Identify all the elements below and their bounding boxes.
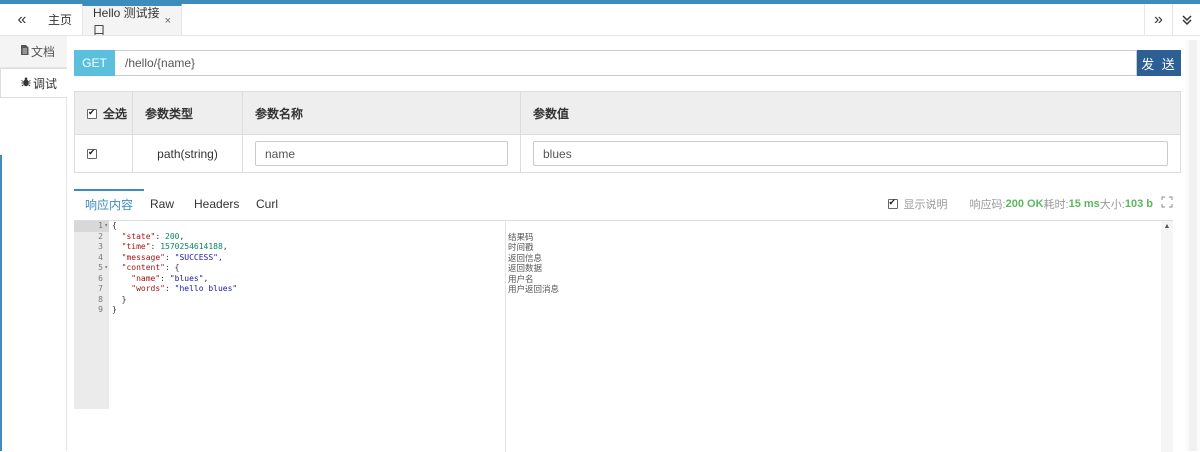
field-description: 用户返回消息: [508, 284, 560, 294]
line-number: 9: [98, 305, 103, 314]
response-meta: 显示说明 响应码: 200 OK 耗时: 15 ms 大小: 103 b: [887, 189, 1173, 218]
description-divider: [505, 221, 506, 452]
field-description: [508, 305, 559, 316]
sidebar: 文档 调试: [0, 36, 67, 451]
param-type-cell: path(string): [132, 134, 243, 173]
param-value-cell: blues: [520, 134, 1181, 173]
close-icon[interactable]: ×: [165, 15, 171, 27]
line-number: 7: [98, 284, 103, 293]
status-code-value: 200 OK: [1005, 197, 1044, 210]
request-url-bar: GET /hello/{name} 发 送: [74, 50, 1181, 76]
page-scrollbar-thumb[interactable]: [1189, 40, 1197, 451]
field-description: [508, 295, 559, 306]
tab-raw[interactable]: Raw: [150, 189, 174, 218]
field-descriptions: 结果码 时间戳 返回信息 返回数据 用户名 用户返回消息: [508, 221, 559, 316]
params-header-row: 全选 参数类型 参数名称 参数值: [74, 91, 1181, 135]
sidebar-item-label: 文档: [31, 45, 56, 59]
line-number: 1 ▾: [74, 221, 109, 232]
table-row: path(string) name blues: [74, 134, 1181, 173]
param-name-header: 参数名称: [242, 91, 521, 135]
status-code-label: 响应码:: [969, 198, 1006, 211]
field-description: [508, 221, 559, 232]
select-all-header[interactable]: 全选: [74, 91, 133, 135]
param-name-cell: name: [242, 134, 521, 173]
param-value-input[interactable]: blues: [533, 141, 1168, 166]
response-editor[interactable]: 1 ▾ 2 3 4 5 ▾ 6 7 8 9 { "state": 200, "tim…: [74, 220, 1173, 452]
editor-scrollbar[interactable]: ▲: [1161, 221, 1173, 452]
tab-bar-right-controls: »: [1144, 4, 1200, 35]
param-value-header: 参数值: [520, 91, 1181, 135]
params-table: 全选 参数类型 参数名称 参数值 path(string) name blues: [74, 91, 1181, 173]
size-value: 103 b: [1124, 197, 1153, 210]
http-method-badge: GET: [74, 50, 115, 76]
field-description: 用户名: [508, 273, 534, 284]
url-input[interactable]: /hello/{name}: [115, 50, 1137, 76]
field-description: 结果码: [508, 231, 534, 242]
fullscreen-icon[interactable]: [1161, 196, 1173, 211]
scroll-up-arrow-icon[interactable]: ▲: [1161, 221, 1173, 233]
param-row-checkbox[interactable]: [87, 147, 97, 160]
tab-menu-chevron-down-icon[interactable]: [1172, 4, 1200, 35]
scroll-tabs-left-icon[interactable]: «: [8, 4, 36, 35]
param-type-header: 参数类型: [132, 91, 243, 135]
tab-headers[interactable]: Headers: [194, 189, 239, 218]
send-button[interactable]: 发 送: [1137, 50, 1181, 76]
tab-label: Hello 测试接口: [93, 5, 160, 37]
tab-hello-test-api[interactable]: Hello 测试接口 ×: [82, 4, 182, 37]
time-value: 15 ms: [1068, 197, 1100, 210]
sidebar-item-debug[interactable]: 调试: [0, 68, 67, 98]
response-json-code: { "state": 200, "time": 1570254614188, "…: [112, 221, 238, 314]
response-tabs: 响应内容 Raw Headers Curl 显示说明 响应码: 200 OK 耗…: [74, 189, 1181, 218]
fold-arrow-icon[interactable]: ▾: [104, 263, 108, 274]
sidebar-item-label: 调试: [33, 76, 58, 91]
field-description: 返回信息: [508, 252, 543, 263]
fold-arrow-icon[interactable]: ▾: [104, 221, 108, 232]
select-all-checkbox[interactable]: [87, 107, 97, 120]
tab-curl[interactable]: Curl: [256, 189, 278, 218]
select-all-label: 全选: [103, 106, 128, 121]
line-number: 5 ▾: [98, 263, 108, 274]
line-number: 3: [98, 242, 103, 251]
line-number: 4: [98, 252, 103, 262]
param-name-input[interactable]: name: [255, 141, 508, 166]
page-scrollbar[interactable]: [1186, 40, 1200, 451]
left-accent-bar: [0, 155, 2, 451]
show-desc-checkbox[interactable]: [887, 197, 898, 209]
tab-bar: « 主页 Hello 测试接口 × »: [0, 4, 1200, 37]
tab-home[interactable]: 主页: [36, 4, 84, 35]
line-number-gutter: 1 ▾ 2 3 4 5 ▾ 6 7 8 9: [74, 221, 109, 409]
line-number: 8: [98, 294, 103, 304]
show-desc-label[interactable]: 显示说明: [904, 196, 948, 212]
field-description: 时间戳: [508, 242, 534, 252]
field-description: 返回数据: [508, 263, 543, 273]
bug-icon: [21, 77, 31, 90]
size-label: 大小:: [1099, 198, 1125, 211]
sidebar-item-doc[interactable]: 文档: [0, 36, 67, 68]
param-row-checkbox-cell[interactable]: [74, 134, 133, 173]
line-number: 6: [98, 273, 103, 283]
scroll-tabs-right-icon[interactable]: »: [1144, 4, 1172, 35]
line-number: 2: [98, 231, 103, 241]
time-label: 耗时:: [1043, 198, 1069, 211]
tab-response-content[interactable]: 响应内容: [74, 189, 145, 218]
doc-icon: [20, 45, 29, 58]
